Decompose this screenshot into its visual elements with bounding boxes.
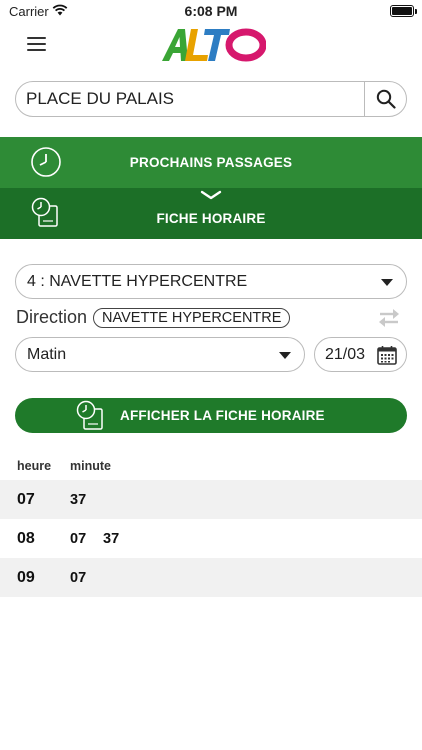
timetable-icon [31,197,58,227]
row-hour: 09 [17,568,35,586]
period-select-value: Matin [27,345,67,363]
calendar-icon [377,346,397,365]
dropdown-caret-icon [279,352,291,359]
tab-fiche-horaire[interactable]: FICHE HORAIRE [0,188,422,239]
search-icon [376,89,396,109]
swap-direction-icon[interactable] [378,308,400,328]
column-header-minute: minute [70,459,111,473]
show-timetable-button[interactable]: AFFICHER LA FICHE HORAIRE [15,398,407,433]
table-row: 07 37 [0,480,422,519]
table-row: 09 07 [0,558,422,597]
direction-row: Direction NAVETTE HYPERCENTRE [16,307,291,328]
row-minute: 07 [70,569,87,586]
line-select[interactable]: 4 : NAVETTE HYPERCENTRE [15,264,407,299]
menu-icon[interactable] [27,37,46,51]
direction-label: Direction [16,307,88,327]
tab-prochains-passages[interactable]: PROCHAINS PASSAGES [0,137,422,188]
timetable-icon [76,400,103,430]
tab-label: FICHE HORAIRE [156,211,266,226]
dropdown-caret-icon [381,279,393,286]
clock-icon [31,147,61,177]
line-select-value: 4 : NAVETTE HYPERCENTRE [27,272,248,290]
alto-logo [162,28,266,62]
stop-search [15,81,407,117]
status-time: 6:08 PM [184,3,238,19]
row-minute: 37 [70,491,87,508]
status-bar: Carrier 6:08 PM [0,0,422,22]
table-row: 08 07 37 [0,519,422,558]
direction-pill[interactable]: NAVETTE HYPERCENTRE [93,307,291,328]
app-header [0,22,422,66]
battery-icon [390,5,417,17]
show-timetable-label: AFFICHER LA FICHE HORAIRE [120,408,325,423]
tab-label: PROCHAINS PASSAGES [129,155,293,170]
row-minute: 07 [70,530,87,547]
date-value: 21/03 [325,345,366,363]
row-hour: 07 [17,490,35,508]
row-minute: 37 [103,530,120,547]
search-button[interactable] [364,82,406,116]
column-header-hour: heure [17,459,52,473]
search-input[interactable] [16,82,364,116]
date-select[interactable]: 21/03 [314,337,407,372]
row-hour: 08 [17,529,35,547]
chevron-down-icon [200,190,222,200]
period-select[interactable]: Matin [15,337,305,372]
